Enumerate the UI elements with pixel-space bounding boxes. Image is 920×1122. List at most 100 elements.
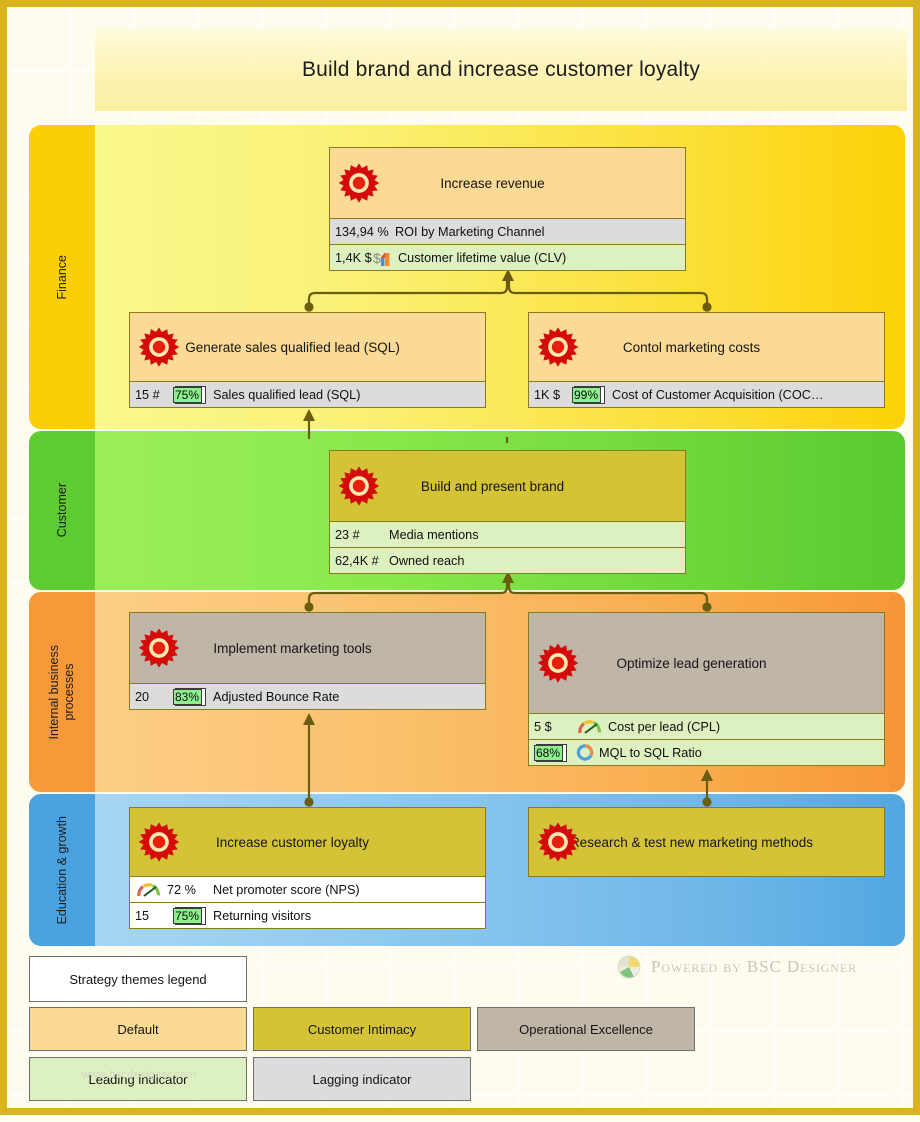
goal-card-increase-revenue[interactable]: Increase revenue 134,94 % ROI by Marketi… bbox=[329, 147, 686, 271]
indicator-name: Net promoter score (NPS) bbox=[213, 882, 360, 897]
goal-sun-icon bbox=[138, 327, 180, 367]
goal-name: Contol marketing costs bbox=[622, 339, 761, 355]
indicator-progress-badge: 68% bbox=[534, 744, 564, 761]
indicator-name: Adjusted Bounce Rate bbox=[213, 689, 340, 704]
map-title-bar: Build brand and increase customer loyalt… bbox=[95, 29, 907, 111]
goal-header[interactable]: Build and present brand bbox=[330, 451, 685, 521]
indicator-name: Sales qualified lead (SQL) bbox=[213, 387, 361, 402]
indicator-value: 15 # bbox=[135, 387, 160, 402]
indicator-name: Returning visitors bbox=[213, 908, 312, 923]
goal-header[interactable]: Implement marketing tools bbox=[130, 613, 485, 683]
strategy-map-page: Build brand and increase customer loyalt… bbox=[0, 0, 920, 1115]
goal-name: Increase revenue bbox=[440, 175, 545, 191]
money-chart-icon: $ bbox=[373, 250, 390, 266]
brand-footer: Powered by BSC Designer bbox=[616, 954, 857, 980]
legend-title-box: Strategy themes legend bbox=[29, 956, 247, 1002]
goal-header[interactable]: Research & test new marketing methods bbox=[529, 808, 884, 876]
goal-card-increase-customer-loyalty[interactable]: Increase customer loyalty 72 % Net promo… bbox=[129, 807, 486, 929]
perspective-label-customer: Customer bbox=[54, 483, 69, 538]
indicator-name: Owned reach bbox=[389, 553, 465, 568]
goal-name: Increase customer loyalty bbox=[215, 834, 370, 850]
legend-leading-label: Leading indicator bbox=[88, 1071, 188, 1087]
indicator-row[interactable]: 23 # Media mentions bbox=[330, 521, 685, 547]
indicator-row[interactable]: 62,4K # Owned reach bbox=[330, 547, 685, 573]
indicator-row[interactable]: 1,4K $ $ Customer lifetime value (CLV) bbox=[330, 244, 685, 270]
goal-card-build-present-brand[interactable]: Build and present brand 23 # Media menti… bbox=[329, 450, 686, 574]
indicator-value: 1,4K $ bbox=[335, 250, 372, 265]
legend-title: Strategy themes legend bbox=[69, 971, 207, 987]
indicator-row[interactable]: 15 75% Returning visitors bbox=[130, 902, 485, 928]
goal-sun-icon bbox=[537, 822, 579, 862]
legend-theme-customer-intimacy[interactable]: Customer Intimacy bbox=[253, 1007, 471, 1051]
perspective-tab-internal[interactable]: Internal business processes bbox=[29, 592, 95, 792]
goal-header[interactable]: Contol marketing costs bbox=[529, 313, 884, 381]
goal-sun-icon bbox=[537, 643, 579, 683]
legend-opex-label: Operational Excellence bbox=[519, 1021, 653, 1037]
indicator-value: 134,94 % bbox=[335, 224, 389, 239]
goal-sun-icon bbox=[338, 466, 380, 506]
goal-header[interactable]: Optimize lead generation bbox=[529, 613, 884, 713]
indicator-progress-badge: 99% bbox=[572, 386, 602, 403]
indicator-name: MQL to SQL Ratio bbox=[599, 745, 702, 760]
indicator-name: Media mentions bbox=[389, 527, 479, 542]
indicator-row[interactable]: 1K $ 99% Cost of Customer Acquisition (C… bbox=[529, 381, 884, 407]
indicator-row[interactable]: 68% MQL to SQL Ratio bbox=[529, 739, 884, 765]
perspective-tab-finance[interactable]: Finance bbox=[29, 125, 95, 429]
gauge-icon bbox=[578, 719, 601, 734]
indicator-progress-badge: 75% bbox=[173, 386, 203, 403]
legend-intimacy-label: Customer Intimacy bbox=[307, 1021, 417, 1037]
indicator-value: 15 bbox=[135, 908, 150, 923]
indicator-progress-badge: 83% bbox=[173, 688, 203, 705]
indicator-name: ROI by Marketing Channel bbox=[395, 224, 545, 239]
bsc-designer-globe-icon bbox=[617, 955, 641, 979]
legend-theme-default[interactable]: Default bbox=[29, 1007, 247, 1051]
indicator-row[interactable]: 5 $ Cost per lead (CPL) bbox=[529, 713, 884, 739]
indicator-value: 5 $ bbox=[534, 719, 552, 734]
legend-default-label: Default bbox=[117, 1021, 159, 1037]
svg-text:$: $ bbox=[373, 250, 381, 266]
goal-header[interactable]: Increase customer loyalty bbox=[130, 808, 485, 876]
indicator-name: Cost of Customer Acquisition (COC… bbox=[612, 387, 824, 402]
goal-header[interactable]: Increase revenue bbox=[330, 148, 685, 218]
indicator-value: 20 bbox=[135, 689, 150, 704]
perspective-tab-education[interactable]: Education & growth bbox=[29, 794, 95, 946]
goal-sun-icon bbox=[138, 822, 180, 862]
indicator-value: 1K $ bbox=[534, 387, 561, 402]
goal-sun-icon bbox=[537, 327, 579, 367]
goal-name: Research & test new marketing methods bbox=[569, 834, 814, 850]
goal-card-generate-sql[interactable]: Generate sales qualified lead (SQL) 15 #… bbox=[129, 312, 486, 408]
perspective-label-internal: Internal business processes bbox=[47, 644, 76, 740]
goal-sun-icon bbox=[338, 163, 380, 203]
goal-sun-icon bbox=[138, 628, 180, 668]
indicator-row[interactable]: 134,94 % ROI by Marketing Channel bbox=[330, 218, 685, 244]
indicator-progress-badge: 75% bbox=[173, 907, 203, 924]
indicator-row[interactable]: 15 # 75% Sales qualified lead (SQL) bbox=[130, 381, 485, 407]
goal-name: Generate sales qualified lead (SQL) bbox=[185, 339, 400, 355]
legend-leading-indicator[interactable]: Leading indicator bbox=[29, 1057, 247, 1101]
goal-name: Optimize lead generation bbox=[616, 655, 767, 671]
indicator-row[interactable]: 72 % Net promoter score (NPS) bbox=[130, 876, 485, 902]
indicator-value: 72 % bbox=[167, 882, 196, 897]
legend-theme-operational-excellence[interactable]: Operational Excellence bbox=[477, 1007, 695, 1051]
indicator-value: 62,4K # bbox=[335, 553, 379, 568]
legend-lagging-label: Lagging indicator bbox=[312, 1071, 412, 1087]
page-title: Build brand and increase customer loyalt… bbox=[301, 58, 701, 81]
goal-card-research-test-new-marketing-methods[interactable]: Research & test new marketing methods bbox=[528, 807, 885, 877]
gauge-icon bbox=[137, 882, 160, 897]
goal-card-optimize-lead-generation[interactable]: Optimize lead generation 5 $ Cost per le… bbox=[528, 612, 885, 766]
legend-lagging-indicator[interactable]: Lagging indicator bbox=[253, 1057, 471, 1101]
indicator-value: 23 # bbox=[335, 527, 360, 542]
perspective-label-finance: Finance bbox=[54, 254, 69, 300]
brand-text: Powered by BSC Designer bbox=[651, 957, 857, 976]
goal-header[interactable]: Generate sales qualified lead (SQL) bbox=[130, 313, 485, 381]
goal-card-implement-marketing-tools[interactable]: Implement marketing tools 20 83% Adjuste… bbox=[129, 612, 486, 710]
donut-icon bbox=[576, 744, 594, 761]
indicator-name: Customer lifetime value (CLV) bbox=[398, 250, 567, 265]
indicator-row[interactable]: 20 83% Adjusted Bounce Rate bbox=[130, 683, 485, 709]
indicator-name: Cost per lead (CPL) bbox=[608, 719, 721, 734]
perspective-label-education: Education & growth bbox=[54, 815, 69, 925]
perspective-tab-customer[interactable]: Customer bbox=[29, 431, 95, 590]
goal-name: Implement marketing tools bbox=[213, 640, 372, 656]
goal-card-control-marketing-costs[interactable]: Contol marketing costs 1K $ 99% Cost of … bbox=[528, 312, 885, 408]
goal-name: Build and present brand bbox=[420, 478, 565, 494]
